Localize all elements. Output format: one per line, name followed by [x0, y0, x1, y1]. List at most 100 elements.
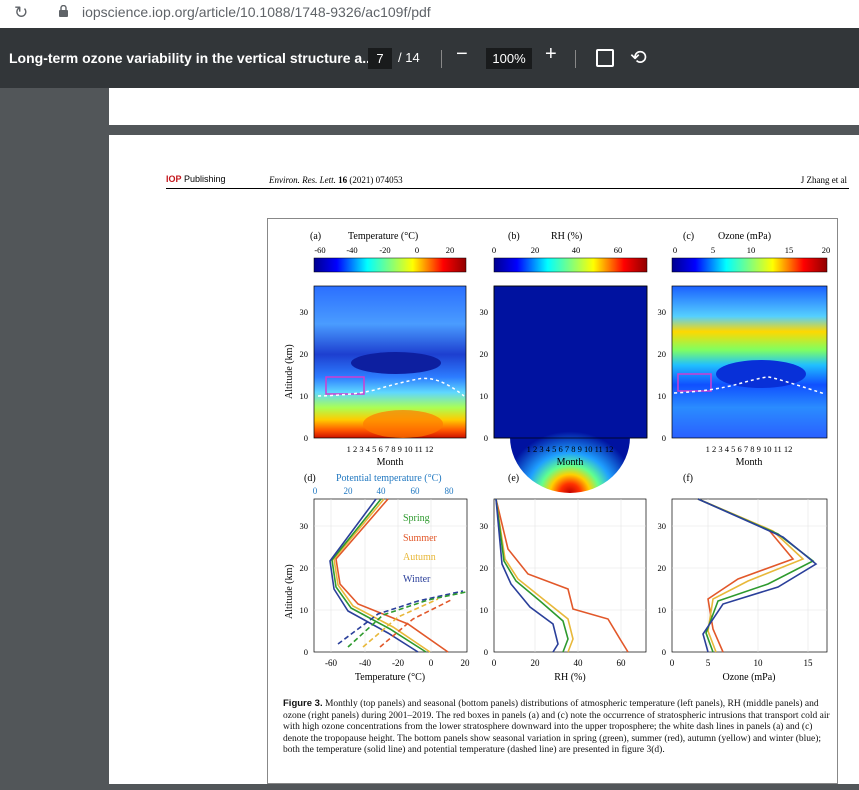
- toolbar-divider: [441, 50, 442, 68]
- d-x-tick: 0: [429, 658, 434, 668]
- colorbar-c: [671, 257, 828, 273]
- toolbar-divider: [575, 50, 576, 68]
- e-x-tick: 60: [617, 658, 627, 668]
- browser-address-bar: ↻ iopscience.iop.org/article/10.1088/174…: [0, 0, 859, 28]
- y-tick: 20: [480, 349, 489, 359]
- y-tick: 0: [304, 433, 308, 443]
- panel-a-label: (a): [310, 231, 321, 242]
- legend-winter: Winter: [403, 574, 431, 585]
- cbar-a-tick: -40: [346, 245, 357, 255]
- y-axis-label: Altitude (km): [284, 344, 295, 399]
- y-tick: 30: [300, 307, 309, 317]
- cbar-b-tick: 40: [572, 245, 581, 255]
- month-ticks: 1 2 3 4 5 6 7 8 9 10 11 12: [347, 444, 434, 454]
- y-tick: 0: [662, 433, 666, 443]
- y-tick: 0: [304, 647, 308, 657]
- panel-c: [671, 285, 828, 439]
- zoom-input[interactable]: 100%: [486, 48, 532, 69]
- journal-reference: Environ. Res. Lett. 16 (2021) 074053: [269, 175, 403, 185]
- cbar-a-tick: 20: [446, 245, 455, 255]
- y-tick: 20: [300, 563, 309, 573]
- y-tick: 10: [658, 391, 667, 401]
- f-x-tick: 10: [754, 658, 764, 668]
- y-tick: 20: [658, 349, 667, 359]
- url-text[interactable]: iopscience.iop.org/article/10.1088/1748-…: [82, 4, 431, 20]
- sidebar: [0, 88, 108, 784]
- pt-tick: 20: [344, 486, 354, 496]
- y-axis-label: Altitude (km): [284, 564, 295, 619]
- page-number-input[interactable]: 7: [368, 48, 392, 69]
- panel-c-label: (c): [683, 231, 694, 242]
- f-x-tick: 0: [670, 658, 675, 668]
- y-tick: 10: [658, 605, 667, 615]
- cbar-a-tick: 0: [415, 245, 419, 255]
- panel-b-title: RH (%): [551, 231, 582, 242]
- cbar-c-tick: 0: [673, 245, 677, 255]
- legend-autumn: Autumn: [403, 552, 436, 563]
- panel-d-title: Potential temperature (°C): [336, 473, 442, 484]
- y-tick: 0: [484, 433, 488, 443]
- panel-f-label: (f): [683, 473, 693, 484]
- d-x-tick: -40: [359, 658, 371, 668]
- pt-tick: 80: [445, 486, 455, 496]
- colorbar-b: [493, 257, 648, 273]
- month-label: Month: [736, 457, 763, 468]
- fit-page-icon[interactable]: [596, 49, 614, 67]
- rotate-icon[interactable]: ⟲: [630, 45, 647, 70]
- panel-e-label: (e): [508, 473, 519, 484]
- page-total: / 14: [398, 50, 420, 65]
- zoom-out-button[interactable]: −: [456, 43, 468, 66]
- e-x-label: RH (%): [554, 672, 585, 683]
- y-tick: 30: [658, 521, 667, 531]
- publisher-logo: IOP Publishing: [166, 174, 226, 184]
- authors: J Zhang et al: [800, 175, 847, 185]
- cbar-b-tick: 60: [614, 245, 623, 255]
- y-tick: 30: [300, 521, 309, 531]
- month-ticks: 1 2 3 4 5 6 7 8 9 10 11 12: [527, 444, 614, 454]
- cbar-b-tick: 20: [531, 245, 540, 255]
- y-tick: 0: [484, 647, 488, 657]
- cbar-c-tick: 5: [711, 245, 715, 255]
- month-label: Month: [557, 457, 584, 468]
- e-x-tick: 20: [531, 658, 541, 668]
- pt-tick: 0: [313, 486, 318, 496]
- y-tick: 20: [480, 563, 489, 573]
- y-tick: 20: [658, 563, 667, 573]
- f-x-tick: 5: [706, 658, 711, 668]
- zoom-in-button[interactable]: +: [545, 43, 557, 66]
- d-x-tick: -20: [392, 658, 404, 668]
- month-label: Month: [377, 457, 404, 468]
- pdf-toolbar: Long-term ozone variability in the verti…: [0, 28, 859, 88]
- header-rule: [166, 188, 849, 189]
- legend-summer: Summer: [403, 533, 438, 544]
- panel-d: Spring Summer Autumn Winter: [313, 498, 468, 653]
- cbar-c-tick: 10: [747, 245, 756, 255]
- pt-tick: 40: [377, 486, 387, 496]
- d-x-tick: -60: [325, 658, 337, 668]
- y-tick: 0: [662, 647, 666, 657]
- e-x-tick: 0: [492, 658, 497, 668]
- panel-c-title: Ozone (mPa): [718, 231, 771, 242]
- y-tick: 10: [480, 391, 489, 401]
- panel-e: [493, 498, 647, 653]
- cbar-a-tick: -60: [314, 245, 325, 255]
- cbar-a-tick: -20: [379, 245, 390, 255]
- f-x-tick: 15: [804, 658, 814, 668]
- previous-page: [109, 88, 859, 125]
- month-ticks: 1 2 3 4 5 6 7 8 9 10 11 12: [706, 444, 793, 454]
- y-tick: 10: [300, 605, 309, 615]
- y-tick: 20: [300, 349, 309, 359]
- panel-a-title: Temperature (°C): [348, 231, 418, 242]
- panel-f: [671, 498, 828, 653]
- d-x-tick: 20: [461, 658, 471, 668]
- panel-b-label: (b): [508, 231, 520, 242]
- cbar-b-tick: 0: [492, 245, 496, 255]
- colorbar-a: [313, 257, 467, 273]
- lock-icon[interactable]: [59, 5, 68, 17]
- panel-a: [313, 285, 467, 439]
- f-x-label: Ozone (mPa): [722, 672, 775, 683]
- reload-icon[interactable]: ↻: [14, 3, 28, 23]
- y-tick: 30: [480, 307, 489, 317]
- y-tick: 10: [300, 391, 309, 401]
- e-x-tick: 40: [574, 658, 584, 668]
